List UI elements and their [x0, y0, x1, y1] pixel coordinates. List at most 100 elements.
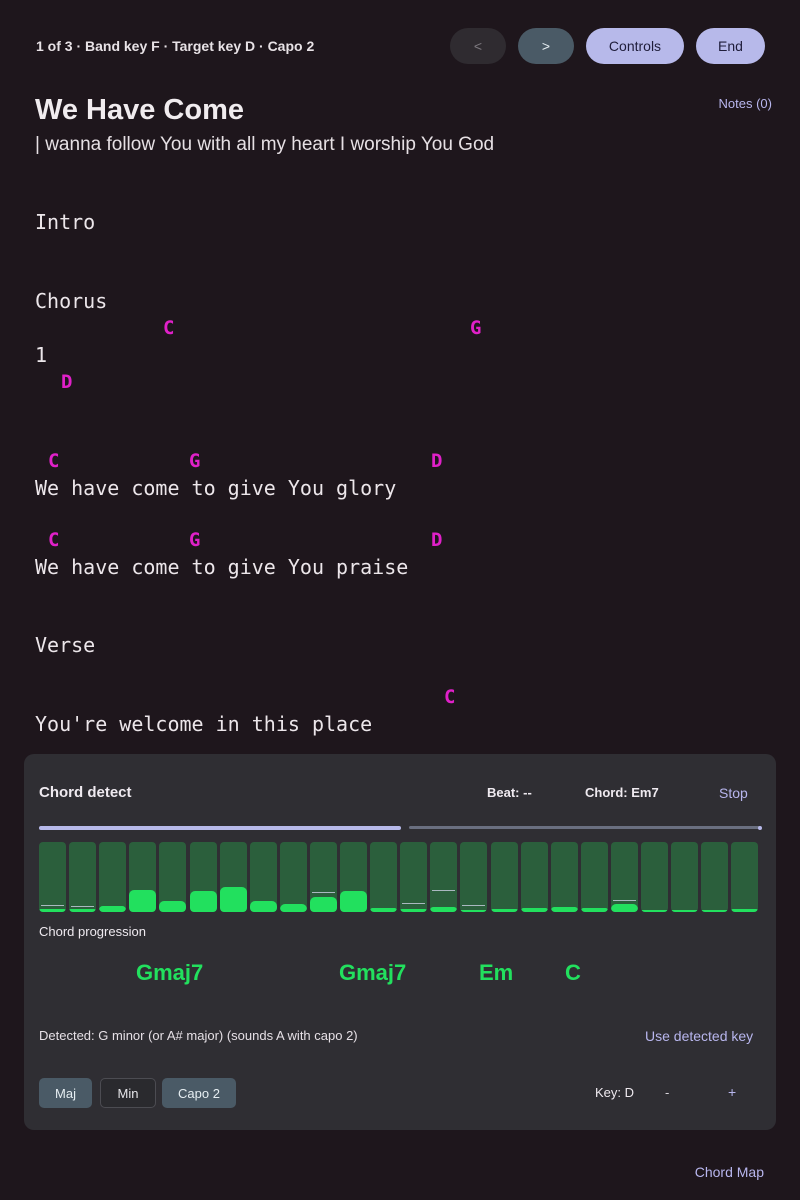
chroma-bar-fill	[250, 901, 277, 912]
progress-fill	[39, 826, 401, 830]
chroma-bar-peak	[462, 905, 485, 906]
chroma-bar-fill	[551, 907, 578, 912]
chroma-meter	[39, 842, 762, 912]
chroma-bar	[400, 842, 427, 912]
progress-track	[409, 826, 761, 829]
chroma-bar-fill	[641, 910, 668, 912]
chroma-bar	[190, 842, 217, 912]
chord-label: D	[431, 529, 443, 551]
progression-chord: Gmaj7	[339, 960, 407, 985]
chroma-bar-fill	[340, 891, 367, 912]
chroma-bar	[731, 842, 758, 912]
chroma-bar	[39, 842, 66, 912]
chroma-bar	[581, 842, 608, 912]
chroma-bar-fill	[190, 891, 217, 912]
use-detected-key-button[interactable]: Use detected key	[645, 1028, 753, 1044]
chroma-bar	[611, 842, 638, 912]
chroma-bar	[69, 842, 96, 912]
chord-map-link[interactable]: Chord Map	[695, 1164, 764, 1180]
chorus-marker: 1	[35, 343, 48, 367]
chroma-bar	[641, 842, 668, 912]
chroma-bar	[370, 842, 397, 912]
chroma-bar-fill	[159, 901, 186, 912]
end-button[interactable]: End	[696, 28, 765, 64]
chroma-bar	[430, 842, 457, 912]
session-status: 1 of 3 · Band key F · Target key D · Cap…	[36, 38, 315, 54]
lyric-line: You're welcome in this place	[35, 712, 373, 736]
chord-progression-label: Chord progression	[39, 924, 146, 939]
chroma-bar	[340, 842, 367, 912]
chroma-bar-fill	[521, 908, 548, 912]
next-song-button[interactable]: >	[518, 28, 574, 64]
chord-label: D	[61, 371, 73, 393]
key-up-button[interactable]: +	[728, 1084, 736, 1100]
section-label-chorus: Chorus	[35, 289, 108, 313]
progression-chord: Em	[479, 960, 514, 985]
chroma-bar-fill	[731, 909, 758, 912]
chroma-bar-fill	[671, 910, 698, 912]
progression-chord: C	[565, 960, 581, 985]
chord-label: C	[444, 686, 456, 708]
chroma-bar	[460, 842, 487, 912]
chroma-bar	[280, 842, 307, 912]
chroma-bar-peak	[312, 892, 335, 893]
section-label-intro: Intro	[35, 210, 96, 234]
chroma-bar-peak	[71, 906, 94, 907]
chroma-bar-peak	[432, 890, 455, 891]
capo-toggle[interactable]: Capo 2	[162, 1078, 236, 1108]
chroma-bar	[701, 842, 728, 912]
progression-chord: Gmaj7	[136, 960, 204, 985]
section-label-verse: Verse	[35, 633, 96, 657]
chroma-bar-fill	[220, 887, 247, 912]
chroma-bar-fill	[129, 890, 156, 912]
chroma-bar-fill	[701, 910, 728, 912]
key-readout: Key: D	[595, 1085, 635, 1100]
chroma-bar-peak	[41, 905, 64, 906]
chord-label: C	[163, 317, 175, 339]
progress-end-dot	[758, 826, 762, 830]
chord-label: C	[48, 529, 60, 551]
chroma-bar-fill	[370, 908, 397, 912]
detected-key-text: Detected: G minor (or A# major) (sounds …	[39, 1028, 358, 1043]
chord-label: D	[431, 450, 443, 472]
lyric-line: We have come to give You praise	[35, 555, 409, 579]
controls-button[interactable]: Controls	[586, 28, 684, 64]
chroma-bar	[671, 842, 698, 912]
chroma-bar-peak	[402, 903, 425, 904]
chord-detect-title: Chord detect	[39, 784, 132, 801]
chroma-bar-fill	[491, 909, 518, 912]
chroma-bar-fill	[69, 909, 96, 912]
chord-label: G	[189, 529, 201, 551]
chroma-bar	[310, 842, 337, 912]
previous-song-button[interactable]: <	[450, 28, 506, 64]
chroma-bar-fill	[400, 909, 427, 912]
chroma-bar-fill	[611, 904, 638, 912]
chroma-bar	[551, 842, 578, 912]
chord-label: G	[189, 450, 201, 472]
key-down-button[interactable]: -	[665, 1085, 669, 1100]
chroma-bar	[159, 842, 186, 912]
chroma-bar-peak	[613, 900, 636, 901]
chord-label: G	[470, 317, 482, 339]
chroma-bar	[129, 842, 156, 912]
chroma-bar	[99, 842, 126, 912]
chroma-bar-fill	[460, 910, 487, 912]
minor-toggle[interactable]: Min	[100, 1078, 156, 1108]
chroma-bar-fill	[39, 909, 66, 912]
beat-readout: Beat: --	[487, 785, 532, 800]
chord-detect-panel: Chord detect Beat: -- Chord: Em7 Stop Ch…	[24, 754, 776, 1130]
chroma-bar-fill	[430, 907, 457, 912]
chroma-bar-fill	[310, 897, 337, 912]
notes-link[interactable]: Notes (0)	[719, 96, 772, 111]
lyric-line: We have come to give You glory	[35, 476, 397, 500]
stop-detect-button[interactable]: Stop	[719, 785, 748, 801]
chroma-bar	[521, 842, 548, 912]
chroma-bar	[220, 842, 247, 912]
chroma-bar	[491, 842, 518, 912]
top-bar: 1 of 3 · Band key F · Target key D · Cap…	[0, 0, 800, 92]
chord-label: C	[48, 450, 60, 472]
major-toggle[interactable]: Maj	[39, 1078, 92, 1108]
chroma-bar-fill	[280, 904, 307, 912]
chroma-bar-fill	[581, 908, 608, 912]
chroma-bar	[250, 842, 277, 912]
